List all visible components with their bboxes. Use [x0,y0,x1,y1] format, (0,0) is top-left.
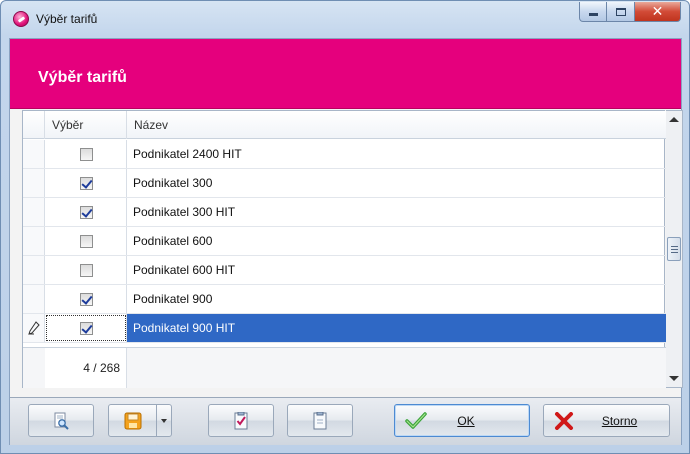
maximize-button[interactable] [607,2,635,22]
select-cell[interactable] [45,227,127,255]
row-indicator[interactable] [23,198,45,226]
bottom-toolbar: OK Storno [10,397,681,445]
print-preview-button[interactable] [28,404,94,437]
select-cell[interactable] [45,169,127,197]
table-row[interactable]: Podnikatel 300 [23,169,666,198]
save-dropdown-button[interactable] [156,404,172,437]
row-checkbox[interactable] [80,148,93,161]
table-row[interactable]: Podnikatel 900 HIT [23,314,666,343]
header-banner: Výběr tarifů [10,39,681,109]
row-checkbox[interactable] [80,293,93,306]
table-row[interactable]: Podnikatel 2400 HIT [23,140,666,169]
window-title: Výběr tarifů [36,12,98,26]
cancel-label: Storno [601,413,638,428]
maximize-icon [615,7,626,16]
minimize-button[interactable] [579,2,607,22]
pencil-icon [28,321,40,335]
close-icon: ✕ [651,3,664,19]
row-indicator-header [23,111,45,139]
row-indicator[interactable] [23,227,45,255]
uncheck-all-icon [313,411,327,429]
row-indicator[interactable] [23,256,45,284]
check-icon [405,412,427,429]
print-preview-icon [54,412,69,430]
tariff-name: Podnikatel 300 HIT [133,205,236,219]
chevron-down-icon [161,418,167,423]
app-icon [13,11,29,27]
row-indicator[interactable] [23,285,45,313]
scroll-thumb[interactable] [667,237,681,261]
minimize-icon [588,13,598,16]
select-cell[interactable] [45,314,127,342]
row-indicator[interactable] [23,169,45,197]
cancel-button[interactable]: Storno [543,404,670,437]
ok-label: OK [457,413,475,428]
close-button[interactable]: ✕ [635,2,681,22]
table-row[interactable]: Podnikatel 600 [23,227,666,256]
tariff-grid: Výběr Název Podnikatel 2400 HIT Podnikate… [22,110,666,388]
dialog-client: Výběr tarifů Výběr Název Podnikatel 2400… [9,38,683,445]
table-row[interactable]: Podnikatel 300 HIT [23,198,666,227]
check-all-button[interactable] [208,404,274,437]
grid-header: Výběr Název [23,111,666,139]
column-header-select[interactable]: Výběr [45,111,127,139]
row-checkbox[interactable] [80,322,93,335]
grid-rows: Podnikatel 2400 HIT Podnikatel 300 Podnika… [23,140,666,343]
page-title: Výběr tarifů [38,69,127,86]
tariff-name: Podnikatel 900 [133,292,213,306]
save-button[interactable] [108,404,157,437]
select-cell[interactable] [45,256,127,284]
scroll-up-button[interactable] [666,111,682,128]
row-checkbox[interactable] [80,206,93,219]
window-controls: ✕ [579,2,681,22]
select-cell[interactable] [45,140,127,168]
save-icon [124,412,141,429]
column-header-name[interactable]: Název [127,111,666,139]
vertical-scrollbar[interactable] [666,110,683,388]
tariff-name: Podnikatel 600 HIT [133,263,236,277]
row-checkbox[interactable] [80,177,93,190]
select-cell[interactable] [45,198,127,226]
row-indicator[interactable] [23,314,45,342]
uncheck-all-button[interactable] [287,404,353,437]
table-row[interactable]: Podnikatel 600 HIT [23,256,666,285]
dialog-window: Výběr tarifů ✕ Výběr tarifů Výběr Název … [0,0,690,454]
check-all-icon [234,411,248,429]
title-bar[interactable]: Výběr tarifů ✕ [1,1,689,37]
row-checkbox[interactable] [80,235,93,248]
ok-button[interactable]: OK [394,404,530,437]
scroll-down-button[interactable] [666,370,682,387]
tariff-name: Podnikatel 300 [133,176,213,190]
grid-footer: 4 / 268 [23,347,666,388]
tariff-name: Podnikatel 2400 HIT [133,147,242,161]
arrow-down-icon [669,376,679,381]
row-checkbox[interactable] [80,264,93,277]
table-row[interactable]: Podnikatel 900 [23,285,666,314]
cross-icon [555,412,573,430]
row-indicator[interactable] [23,140,45,168]
tariff-name: Podnikatel 600 [133,234,213,248]
arrow-up-icon [669,117,679,122]
selection-count: 4 / 268 [45,348,127,388]
tariff-name: Podnikatel 900 HIT [127,314,666,342]
select-cell[interactable] [45,285,127,313]
